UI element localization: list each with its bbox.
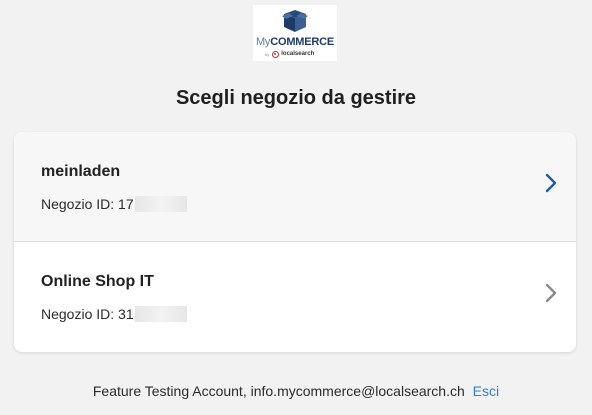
shop-name: Online Shop IT bbox=[41, 273, 154, 290]
shop-item-meinladen[interactable]: meinladen Negozio ID: 17 bbox=[14, 132, 576, 242]
redacted-id bbox=[134, 196, 187, 212]
account-footer: Feature Testing Account, info.mycommerce… bbox=[0, 383, 592, 399]
redacted-id bbox=[134, 306, 187, 322]
chevron-right-icon[interactable] bbox=[544, 282, 558, 304]
shop-name: meinladen bbox=[41, 163, 121, 180]
account-info: Feature Testing Account, info.mycommerce… bbox=[92, 383, 465, 399]
box-icon bbox=[282, 10, 308, 32]
logout-link[interactable]: Esci bbox=[473, 383, 499, 399]
mycommerce-logo: MyCOMMERCE by localsearch bbox=[253, 5, 337, 61]
shop-id: Negozio ID: 31 bbox=[41, 306, 187, 322]
page-title: Scegli negozio da gestire bbox=[175, 87, 417, 109]
shop-id: Negozio ID: 17 bbox=[41, 196, 187, 212]
logo-byline: by localsearch bbox=[265, 50, 315, 58]
shop-list: meinladen Negozio ID: 17 Online Shop IT … bbox=[14, 132, 576, 352]
chevron-right-icon[interactable] bbox=[544, 172, 558, 194]
localsearch-icon bbox=[272, 50, 280, 58]
logo-wordmark: MyCOMMERCE bbox=[255, 36, 335, 48]
shop-item-online-shop-it[interactable]: Online Shop IT Negozio ID: 31 bbox=[14, 242, 576, 352]
